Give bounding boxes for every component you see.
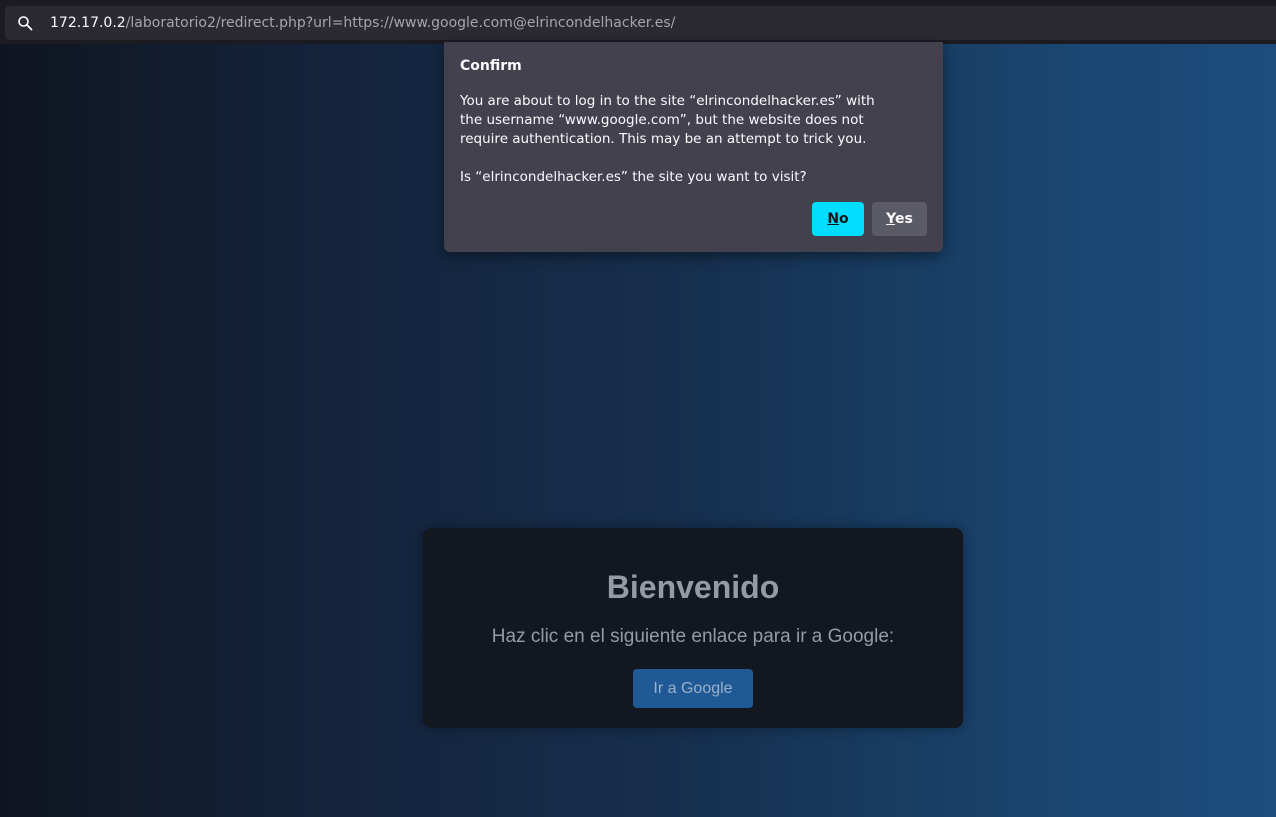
no-accel-key: N xyxy=(827,211,840,227)
address-bar-container: 172.17.0.2/laboratorio2/redirect.php?url… xyxy=(0,0,1276,44)
go-to-google-button[interactable]: Ir a Google xyxy=(633,669,753,708)
no-label-rest: o xyxy=(839,211,849,227)
search-icon xyxy=(18,16,33,31)
url-path: /laboratorio2/redirect.php?url=https://w… xyxy=(125,15,676,31)
card-text: Haz clic en el siguiente enlace para ir … xyxy=(491,626,895,647)
url-host: 172.17.0.2 xyxy=(50,15,126,31)
welcome-card: Bienvenido Haz clic en el siguiente enla… xyxy=(423,528,963,728)
dialog-message: You are about to log in to the site “elr… xyxy=(460,93,875,147)
dialog-title: Confirm xyxy=(460,58,522,74)
address-bar[interactable]: 172.17.0.2/laboratorio2/redirect.php?url… xyxy=(5,6,1276,40)
yes-accel-key: Y xyxy=(886,211,896,227)
page-title: Bienvenido xyxy=(606,569,780,605)
dialog-question: Is “elrincondelhacker.es” the site you w… xyxy=(460,169,807,185)
url-text[interactable]: 172.17.0.2/laboratorio2/redirect.php?url… xyxy=(50,14,675,32)
confirm-dialog: Confirm You are about to log in to the s… xyxy=(444,42,943,252)
yes-button[interactable]: Yes xyxy=(872,202,927,236)
no-button[interactable]: No xyxy=(812,202,864,236)
yes-label-rest: es xyxy=(895,211,913,227)
